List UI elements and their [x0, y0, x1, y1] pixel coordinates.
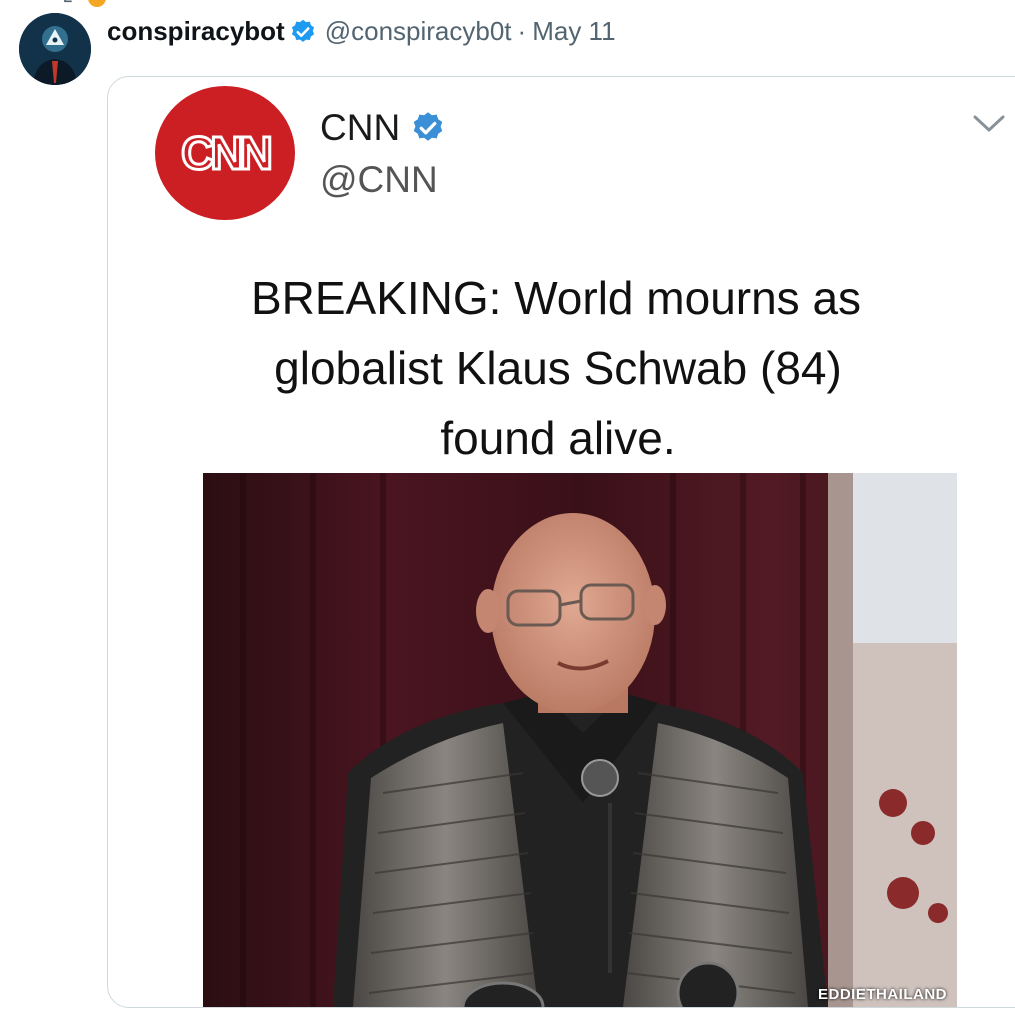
illuminati-eye-avatar-icon: [19, 13, 91, 85]
display-name[interactable]: conspiracybot: [107, 16, 285, 47]
news-photo: EDDIETHAILAND: [203, 473, 957, 1007]
headline-line-2: globalist Klaus Schwab (84): [274, 342, 842, 394]
separator-dot: ·: [517, 16, 527, 46]
chevron-down-icon[interactable]: [972, 113, 1006, 135]
headline-line-1: BREAKING: World mourns as: [250, 272, 862, 324]
repost-context: [60, 0, 106, 8]
tweet-media-card[interactable]: CNN CNN @CNN BREAKING: World mourns as g…: [107, 76, 1015, 1008]
svg-text:CNN: CNN: [181, 127, 270, 179]
headline-line-3: found alive.: [440, 412, 676, 464]
tweet-header: conspiracybot @conspiracyb0t · May 11: [107, 16, 616, 47]
reposter-badge-icon: [88, 0, 106, 7]
quoted-account-handle: @CNN: [320, 159, 438, 200]
quoted-verified-badge-icon: [413, 112, 443, 141]
quoted-account-name: CNN: [320, 107, 446, 149]
headline: BREAKING: World mourns as globalist Klau…: [158, 263, 958, 473]
portrait-illustration: [203, 473, 957, 1007]
repost-icon: [64, 0, 72, 3]
avatar[interactable]: [19, 13, 91, 85]
handle[interactable]: @conspiracyb0t: [325, 16, 512, 47]
cnn-logo-icon: CNN: [155, 86, 295, 220]
image-watermark: EDDIETHAILAND: [818, 986, 947, 1003]
tweet-date[interactable]: May 11: [532, 16, 615, 47]
verified-badge-icon: [291, 19, 314, 42]
quoted-account-name-text: CNN: [320, 107, 401, 148]
